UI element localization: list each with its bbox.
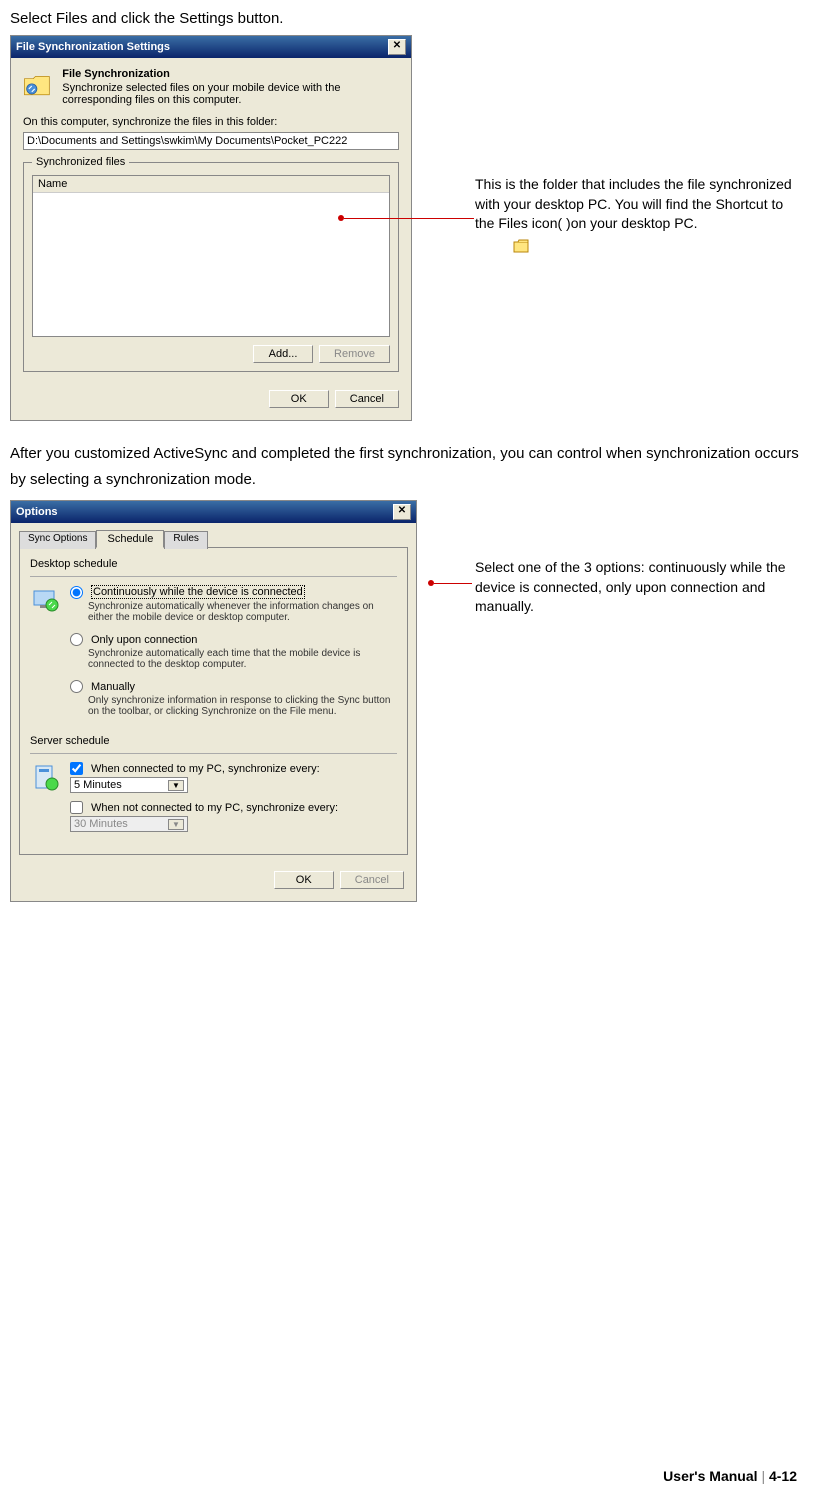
footer-manual: User's Manual [663, 1468, 757, 1484]
file-sync-dialog: File Synchronization Settings ✕ File Syn… [10, 35, 412, 421]
close-icon[interactable]: ✕ [393, 504, 411, 520]
section-1: File Synchronization Settings ✕ File Syn… [10, 35, 807, 421]
radio-upon-connection-label: Only upon connection [91, 634, 197, 646]
radio-manually-desc: Only synchronize information in response… [88, 695, 397, 717]
desktop-sync-icon [30, 585, 62, 617]
radio-continuously-desc: Synchronize automatically whenever the i… [88, 601, 397, 623]
desktop-group-label: Desktop schedule [30, 558, 397, 570]
checkbox-connected[interactable] [70, 762, 83, 775]
radio-manually[interactable] [70, 680, 83, 693]
cancel-button[interactable]: Cancel [335, 390, 399, 408]
dialog-title: File Synchronization Settings [16, 41, 170, 53]
folder-sync-icon [23, 68, 52, 104]
ok-button[interactable]: OK [274, 871, 334, 889]
chevron-down-icon: ▼ [168, 819, 184, 830]
footer-page: 4-12 [769, 1468, 797, 1484]
dropdown-connected-interval[interactable]: 5 Minutes ▼ [70, 777, 188, 793]
tab-sync-options[interactable]: Sync Options [19, 531, 96, 549]
radio-continuously-label: Continuously while the device is connect… [91, 585, 305, 599]
tab-rules[interactable]: Rules [164, 531, 208, 549]
file-listbox[interactable]: Name [32, 175, 390, 337]
callout-line [434, 583, 472, 584]
radio-upon-connection[interactable] [70, 633, 83, 646]
top-instruction: Select Files and click the Settings butt… [10, 10, 807, 27]
radio-upon-connection-desc: Synchronize automatically each time that… [88, 648, 397, 670]
header-desc: Synchronize selected files on your mobil… [62, 82, 399, 106]
callout-2: Select one of the 3 options: continuousl… [475, 558, 795, 617]
header-title: File Synchronization [62, 68, 399, 80]
close-icon[interactable]: ✕ [388, 39, 406, 55]
radio-manually-label: Manually [91, 681, 135, 693]
files-shortcut-icon [513, 239, 529, 253]
checkbox-not-connected[interactable] [70, 801, 83, 814]
tab-bar: Sync Options Schedule Rules [11, 523, 416, 547]
mid-paragraph: After you customized ActiveSync and comp… [10, 441, 807, 492]
tab-schedule[interactable]: Schedule [96, 530, 164, 548]
add-button[interactable]: Add... [253, 345, 313, 363]
list-header-name: Name [33, 176, 389, 193]
remove-button[interactable]: Remove [319, 345, 390, 363]
dropdown-not-connected-interval: 30 Minutes ▼ [70, 816, 188, 832]
ok-button[interactable]: OK [269, 390, 329, 408]
callout-1: This is the folder that includes the fil… [475, 175, 795, 234]
dialog-title-2: Options [16, 506, 58, 518]
checkbox-connected-label: When connected to my PC, synchronize eve… [91, 763, 320, 775]
section-2: Options ✕ Sync Options Schedule Rules De… [10, 500, 807, 902]
folder-label: On this computer, synchronize the files … [23, 116, 399, 128]
cancel-button[interactable]: Cancel [340, 871, 404, 889]
fieldset-legend: Synchronized files [32, 156, 129, 168]
server-sync-icon [30, 762, 62, 794]
titlebar-2: Options ✕ [11, 501, 416, 523]
page-footer: User's Manual | 4-12 [663, 1468, 797, 1484]
radio-continuously[interactable] [70, 586, 83, 599]
chevron-down-icon: ▼ [168, 780, 184, 791]
callout-line [344, 218, 474, 219]
options-dialog: Options ✕ Sync Options Schedule Rules De… [10, 500, 417, 902]
titlebar: File Synchronization Settings ✕ [11, 36, 411, 58]
server-group-label: Server schedule [30, 735, 397, 747]
folder-path-input[interactable] [23, 132, 399, 150]
checkbox-not-connected-label: When not connected to my PC, synchronize… [91, 802, 338, 814]
